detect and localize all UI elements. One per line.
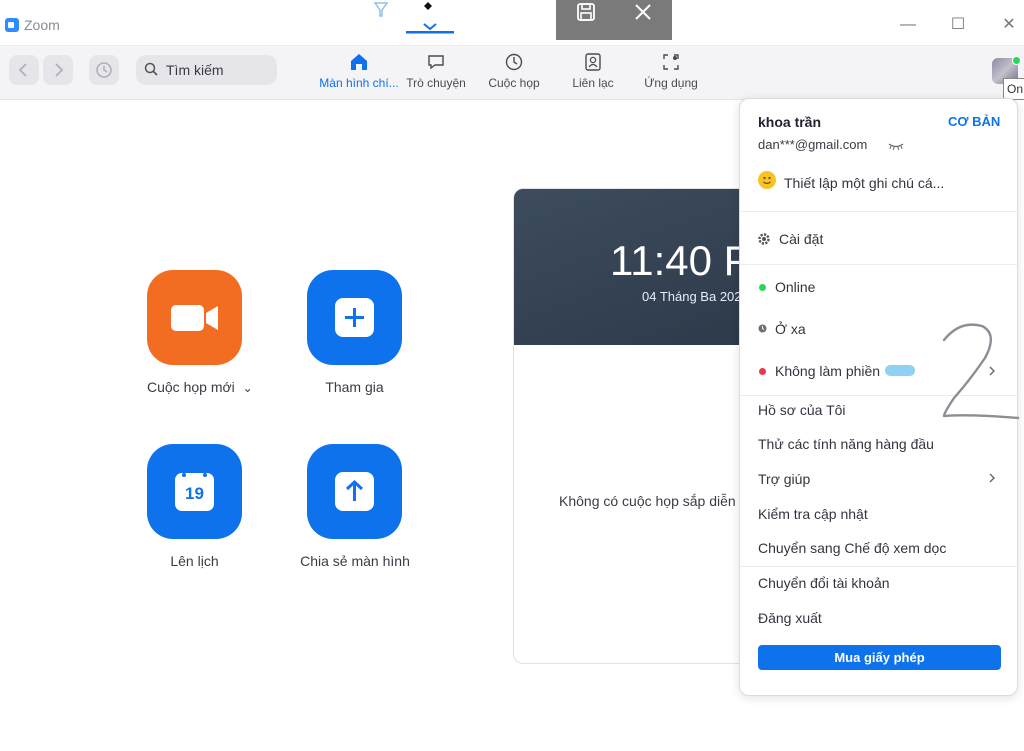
share-screen-arrow-icon — [335, 472, 374, 511]
search-box[interactable]: Tìm kiếm — [136, 55, 277, 85]
chevron-right-icon — [989, 473, 995, 483]
new-meeting-label: Cuộc họp mới ⌄ — [147, 379, 253, 395]
history-button[interactable] — [89, 55, 119, 85]
menu-my-profile[interactable]: Hồ sơ của Tôi — [758, 402, 846, 418]
plus-icon — [335, 298, 374, 337]
tab-contacts[interactable]: Liên lạc — [568, 52, 618, 96]
minimize-button[interactable]: — — [896, 14, 920, 36]
title-bar: Zoom — ☐ ✕ — [0, 0, 1024, 46]
window-close-button[interactable]: ✕ — [997, 14, 1021, 36]
menu-check-updates[interactable]: Kiểm tra cập nhật — [758, 506, 868, 522]
no-upcoming-meetings-text: Không có cuộc họp sắp diễn ra — [559, 493, 753, 509]
menu-settings[interactable]: Cài đặt — [779, 231, 823, 247]
current-date: 04 Tháng Ba 202 — [642, 289, 742, 304]
away-clock-icon — [758, 324, 767, 333]
menu-switch-account[interactable]: Chuyển đổi tài khoản — [758, 575, 890, 591]
emoji-icon — [758, 171, 776, 189]
chevron-right-icon — [55, 63, 64, 77]
close-icon[interactable] — [634, 3, 652, 21]
main-toolbar: Tìm kiếm Màn hình chí... Trò chuyện Cuộc… — [0, 46, 1024, 100]
menu-help[interactable]: Trợ giúp — [758, 471, 810, 487]
menu-status-online[interactable]: Online — [775, 279, 815, 295]
upcoming-meetings-card: 11:40 P 04 Tháng Ba 202 Không có cuộc họ… — [513, 188, 753, 664]
search-placeholder: Tìm kiếm — [166, 62, 224, 78]
dnd-duration-pill — [885, 365, 915, 376]
tab-chat[interactable]: Trò chuyện — [404, 52, 468, 96]
chevron-down-icon[interactable]: ⌄ — [243, 381, 253, 395]
screenshot-overlay-bar — [556, 0, 672, 40]
clock-header: 11:40 P 04 Tháng Ba 202 — [514, 189, 752, 345]
video-camera-icon — [171, 305, 218, 331]
schedule-label: Lên lịch — [170, 553, 219, 569]
do-not-disturb-icon — [759, 368, 766, 375]
separator — [740, 566, 1017, 567]
share-screen-label: Chia sẻ màn hình — [300, 553, 410, 569]
calendar-day: 19 — [185, 484, 204, 503]
online-status-icon — [759, 284, 766, 291]
history-icon — [96, 62, 112, 78]
user-email: dan***@gmail.com — [758, 137, 868, 152]
menu-status-dnd[interactable]: Không làm phiền — [775, 363, 880, 379]
profile-menu: khoa trần CƠ BẢN dan***@gmail.com Thiết … — [739, 98, 1018, 696]
chat-icon — [428, 55, 444, 70]
gear-icon — [758, 233, 770, 245]
chevron-left-icon — [18, 63, 27, 77]
buy-license-button[interactable]: Mua giấy phép — [758, 645, 1001, 670]
tab-apps[interactable]: Ứng dụng — [640, 52, 702, 96]
share-screen-button[interactable] — [307, 444, 402, 539]
maximize-button[interactable]: ☐ — [946, 14, 970, 36]
online-status-dot — [1012, 56, 1021, 65]
personal-note-field[interactable]: Thiết lập một ghi chú cá... — [784, 175, 944, 191]
zoom-logo-icon — [5, 18, 19, 32]
search-icon — [144, 62, 158, 76]
plan-badge: CƠ BẢN — [948, 114, 1001, 129]
contacts-icon — [585, 53, 601, 71]
separator — [740, 395, 1017, 396]
tab-home[interactable]: Màn hình chí... — [318, 52, 400, 96]
tab-meetings-label: Cuộc họp — [488, 76, 540, 90]
menu-sign-out[interactable]: Đăng xuất — [758, 610, 822, 626]
back-button[interactable] — [9, 55, 39, 85]
separator — [740, 211, 1017, 212]
user-name: khoa trần — [758, 114, 822, 130]
tab-chat-label: Trò chuyện — [406, 76, 466, 90]
schedule-button[interactable]: 19 — [147, 444, 242, 539]
new-meeting-button[interactable] — [147, 270, 242, 365]
tab-home-label: Màn hình chí... — [319, 76, 399, 90]
join-button[interactable] — [307, 270, 402, 365]
avatar-tooltip: On — [1003, 78, 1024, 100]
tab-contacts-label: Liên lạc — [572, 76, 614, 90]
separator — [740, 264, 1017, 265]
home-icon — [351, 54, 367, 70]
menu-try-top-features[interactable]: Thử các tính năng hàng đầu — [758, 436, 934, 452]
menu-switch-portrait[interactable]: Chuyển sang Chế độ xem dọc — [758, 540, 946, 556]
screen-recorder-marker-icons — [373, 2, 454, 34]
tab-apps-label: Ứng dụng — [644, 76, 698, 90]
join-label: Tham gia — [325, 379, 384, 395]
menu-status-away[interactable]: Ở xa — [775, 321, 806, 337]
tab-meetings[interactable]: Cuộc họp — [485, 52, 543, 96]
chevron-right-icon — [989, 366, 995, 376]
apps-icon — [663, 54, 679, 70]
current-time: 11:40 P — [610, 237, 752, 284]
clock-icon — [505, 53, 523, 71]
app-title: Zoom — [24, 17, 60, 33]
forward-button[interactable] — [43, 55, 73, 85]
eye-closed-icon[interactable] — [888, 141, 904, 151]
save-icon[interactable] — [576, 3, 596, 21]
